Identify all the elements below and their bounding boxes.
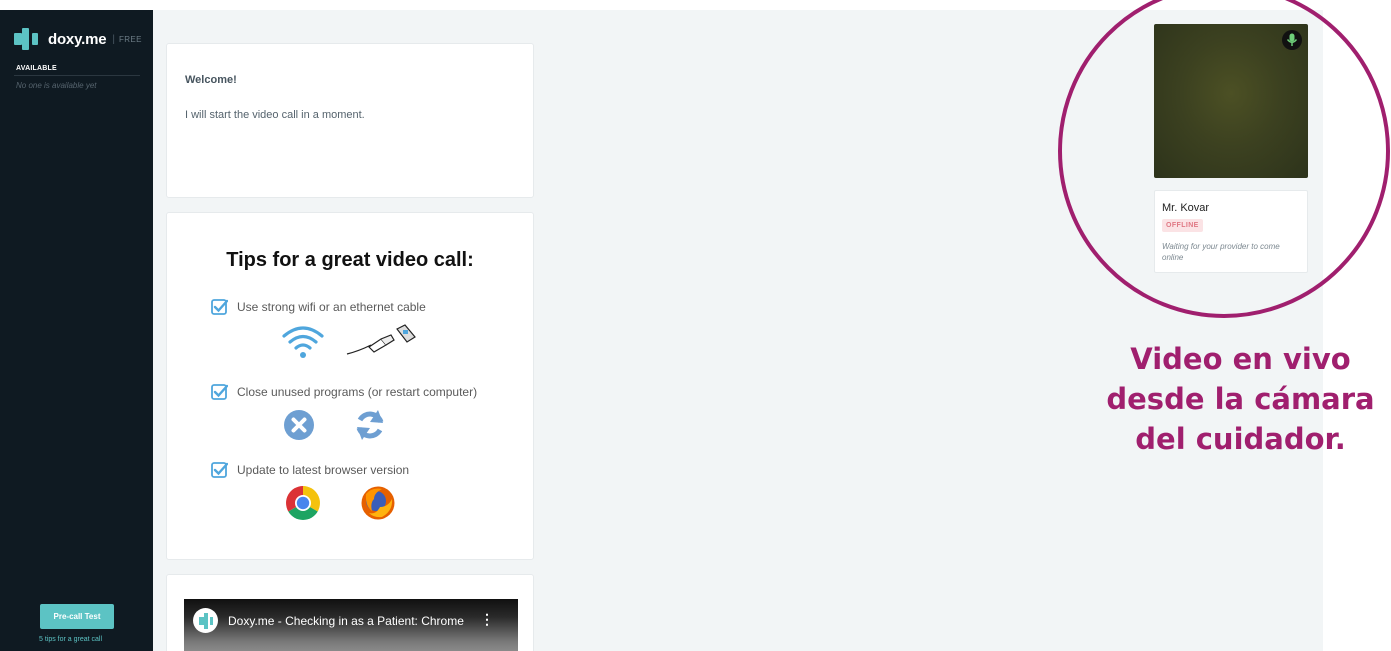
divider <box>14 75 140 76</box>
tips-card: Tips for a great video call: Use strong … <box>166 212 534 560</box>
tutorial-video-card: Doxy.me - Checking in as a Patient: Chro… <box>166 574 534 651</box>
doxy-logo: doxy.me | FREE <box>14 28 142 50</box>
brand-name: doxy.me <box>48 30 107 48</box>
app-window: doxy.me | FREE AVAILABLE No one is avail… <box>0 0 1391 651</box>
close-x-icon <box>284 410 314 440</box>
tip-item: Close unused programs (or restart comput… <box>211 383 477 400</box>
tip-label: Update to latest browser version <box>237 462 410 477</box>
pre-call-test-button[interactable]: Pre-call Test <box>40 604 114 629</box>
status-badge: OFFLINE <box>1162 219 1203 232</box>
annotation-line: desde la cámara <box>1106 382 1375 416</box>
video-player[interactable]: Doxy.me - Checking in as a Patient: Chro… <box>184 599 518 651</box>
more-vert-icon[interactable]: ⋮ <box>480 611 494 628</box>
tip-item: Update to latest browser version <box>211 461 409 478</box>
tip-item: Use strong wifi or an ethernet cable <box>211 298 426 315</box>
wifi-icon <box>282 326 324 358</box>
caregiver-camera-preview <box>1154 24 1308 178</box>
chrome-icon <box>286 486 320 520</box>
available-empty-text: No one is available yet <box>16 81 97 90</box>
tip-label: Close unused programs (or restart comput… <box>237 384 478 399</box>
video-title[interactable]: Doxy.me - Checking in as a Patient: Chro… <box>228 614 464 628</box>
annotation-text: Video en vivo desde la cámara del cuidad… <box>1090 339 1391 459</box>
welcome-card: Welcome! I will start the video call in … <box>166 43 534 198</box>
tip-label: Use strong wifi or an ethernet cable <box>237 299 426 314</box>
tips-title: Tips for a great video call: <box>226 249 474 271</box>
main-content: Welcome! I will start the video call in … <box>153 10 1323 651</box>
refresh-icon <box>356 410 384 440</box>
brand-separator: | <box>112 33 115 45</box>
welcome-title: Welcome! <box>185 74 237 86</box>
ethernet-cable-icon <box>346 324 416 355</box>
checkbox-checked-icon <box>211 299 228 315</box>
doxy-logo-icon <box>14 28 42 50</box>
welcome-message: I will start the video call in a moment. <box>185 109 365 121</box>
annotation-line: Video en vivo <box>1130 342 1351 376</box>
annotation-line: del cuidador. <box>1135 422 1346 456</box>
provider-name: Mr. Kovar <box>1162 202 1210 214</box>
waiting-message: Waiting for your provider to come online <box>1162 242 1280 262</box>
plan-tier: FREE <box>118 34 142 44</box>
firefox-icon <box>361 486 395 520</box>
checkbox-checked-icon <box>211 384 228 400</box>
checkbox-checked-icon <box>211 462 228 478</box>
tips-link[interactable]: 5 tips for a great call <box>39 636 102 643</box>
channel-avatar[interactable] <box>193 608 218 633</box>
microphone-icon[interactable] <box>1282 30 1302 50</box>
provider-card: Mr. Kovar OFFLINE Waiting for your provi… <box>1154 190 1308 273</box>
available-section-label: AVAILABLE <box>16 65 57 72</box>
sidebar: doxy.me | FREE AVAILABLE No one is avail… <box>0 10 153 651</box>
doxy-channel-icon <box>199 613 213 629</box>
